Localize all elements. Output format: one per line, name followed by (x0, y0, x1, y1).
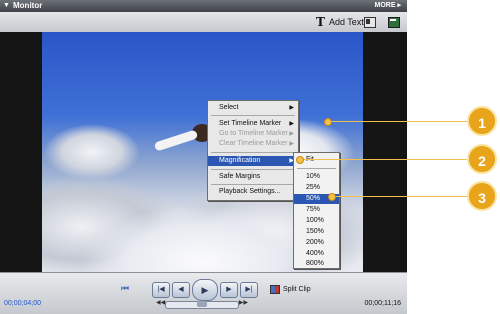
video-viewer[interactable] (0, 32, 407, 272)
shuttle-slider[interactable]: ◀◀ ▶▶ (156, 300, 248, 309)
callout-pointer-3 (328, 193, 336, 201)
go-to-start-icon[interactable]: ⏮ (121, 283, 129, 294)
submenu-arrow-icon: ▶ (289, 141, 294, 147)
menu-item-set-timeline-marker[interactable]: Set Timeline Marker ▶ (208, 119, 298, 129)
menu-divider (211, 152, 295, 153)
submenu-arrow-icon: ▶ (289, 121, 294, 127)
duration-timecode: 00;00;11;16 (364, 300, 401, 307)
zoom-option-label: 200% (306, 239, 324, 246)
submenu-arrow-icon: ▶ (289, 131, 294, 137)
panel-title: Monitor (13, 1, 43, 10)
callout-pointer-2 (296, 156, 304, 164)
menu-item-label: Playback Settings... (219, 188, 281, 195)
shuttle-left-icon: ◀◀ (156, 300, 166, 306)
collapse-triangle-icon[interactable]: ▼ (3, 0, 10, 12)
zoom-option-label: 100% (306, 217, 324, 224)
step-back-button[interactable]: ◀ (172, 282, 190, 298)
safe-area-icon[interactable] (388, 17, 400, 28)
current-timecode[interactable]: 00;00;04;00 (4, 300, 41, 307)
zoom-option-150[interactable]: 150% (294, 227, 339, 237)
zoom-option-25[interactable]: 25% (294, 183, 339, 193)
zoom-option-200[interactable]: 200% (294, 238, 339, 248)
menu-item-select[interactable]: Select ▶ (208, 103, 298, 113)
menu-item-label: Go to Timeline Marker (219, 130, 288, 137)
menu-item-label: Set Timeline Marker (219, 120, 282, 127)
menu-item-label: Clear Timeline Marker (219, 140, 288, 147)
menu-divider (211, 115, 295, 116)
callout-badge-3: 3 (467, 181, 497, 211)
magnification-submenu: ✔ Fit 10% 25% 50% 75% 100% 150% 200% 400… (293, 152, 340, 269)
menu-item-magnification[interactable]: Magnification ▶ (208, 156, 298, 166)
text-tool-icon: T (316, 15, 325, 29)
callout-pointer-1 (324, 118, 332, 126)
menu-item-go-to-timeline-marker: Go to Timeline Marker ▶ (208, 129, 298, 139)
menu-divider (297, 168, 336, 169)
shuttle-right-icon: ▶▶ (238, 300, 248, 306)
add-text-label: Add Text (328, 17, 364, 27)
menu-item-safe-margins[interactable]: Safe Margins (208, 172, 298, 182)
go-to-next-edit-button[interactable]: ▶| (240, 282, 258, 298)
frame-icon[interactable] (364, 17, 376, 28)
menu-divider (211, 184, 295, 185)
split-clip-button[interactable]: Split Clip (270, 285, 311, 294)
zoom-option-label: 10% (306, 173, 321, 180)
zoom-option-label: 25% (306, 184, 321, 191)
menu-item-label: Select (219, 104, 239, 111)
split-clip-icon (270, 285, 280, 294)
menu-item-label: Safe Margins (219, 173, 261, 180)
callout-badge-2: 2 (467, 144, 497, 174)
add-text-button[interactable]: T Add Text (316, 15, 364, 29)
callout-badge-1: 1 (467, 106, 497, 136)
zoom-option-label: 75% (306, 206, 321, 213)
menu-item-playback-settings[interactable]: Playback Settings... (208, 187, 298, 197)
monitor-panel: ▼ Monitor MORE ▸ T Add Text ⏮ |◀ ◀ ▶ ▶ ▶… (0, 0, 407, 314)
zoom-option-400[interactable]: 400% (294, 249, 339, 259)
zoom-option-100[interactable]: 100% (294, 216, 339, 226)
step-forward-button[interactable]: ▶ (220, 282, 238, 298)
zoom-option-10[interactable]: 10% (294, 172, 339, 182)
play-button[interactable]: ▶ (192, 279, 218, 301)
monitor-titlebar: ▼ Monitor MORE ▸ (0, 0, 407, 12)
zoom-option-75[interactable]: 75% (294, 205, 339, 215)
submenu-arrow-icon: ▶ (289, 105, 294, 111)
callout-line-2 (301, 159, 470, 160)
monitor-toolbar: T Add Text (0, 12, 407, 33)
zoom-option-800[interactable]: 800% (294, 259, 339, 268)
split-clip-label: Split Clip (283, 286, 311, 293)
go-to-previous-edit-button[interactable]: |◀ (152, 282, 170, 298)
transport-bar: ⏮ |◀ ◀ ▶ ▶ ▶| ◀◀ ▶▶ Split Clip 00;00;04;… (0, 272, 407, 314)
callout-line-1 (328, 121, 470, 122)
zoom-option-label: 150% (306, 228, 324, 235)
menu-item-label: Magnification (219, 157, 261, 164)
shuttle-knob[interactable] (197, 301, 207, 307)
zoom-option-label: 400% (306, 250, 324, 257)
zoom-option-label: 800% (306, 260, 324, 267)
zoom-option-label: 50% (306, 195, 321, 202)
menu-divider (211, 169, 295, 170)
more-button[interactable]: MORE ▸ (375, 0, 401, 12)
callout-line-3 (332, 196, 470, 197)
menu-item-clear-timeline-marker: Clear Timeline Marker ▶ (208, 139, 298, 149)
context-menu: Select ▶ Set Timeline Marker ▶ Go to Tim… (207, 100, 299, 201)
transport-controls: |◀ ◀ ▶ ▶ ▶| (152, 279, 258, 301)
